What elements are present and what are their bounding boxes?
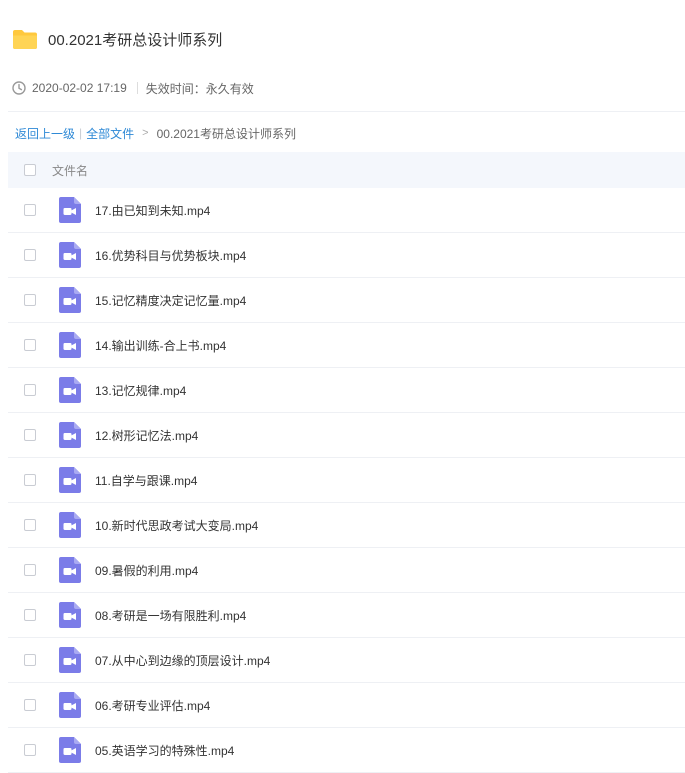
row-checkbox[interactable] xyxy=(24,204,36,216)
file-row[interactable]: 13.记忆规律.mp4 xyxy=(8,368,685,413)
breadcrumb-all-files-link[interactable]: 全部文件 xyxy=(86,125,134,142)
file-name[interactable]: 09.暑假的利用.mp4 xyxy=(95,562,198,579)
page-title: 00.2021考研总设计师系列 xyxy=(48,32,223,49)
video-file-icon xyxy=(59,737,81,763)
file-name[interactable]: 06.考研专业评估.mp4 xyxy=(95,697,210,714)
row-checkbox[interactable] xyxy=(24,609,36,621)
row-checkbox[interactable] xyxy=(24,249,36,261)
file-name[interactable]: 14.输出训练-合上书.mp4 xyxy=(95,337,226,354)
video-file-icon xyxy=(59,467,81,493)
expiry-text: 失效时间：永久有效 xyxy=(145,81,254,96)
chevron-right-icon: > xyxy=(142,127,149,139)
file-row[interactable]: 05.英语学习的特殊性.mp4 xyxy=(8,728,685,773)
row-checkbox[interactable] xyxy=(24,429,36,441)
video-file-icon xyxy=(59,692,81,718)
video-file-icon xyxy=(59,332,81,358)
video-file-icon xyxy=(59,602,81,628)
breadcrumb-separator: | xyxy=(79,126,83,140)
video-file-icon xyxy=(59,242,81,268)
video-file-icon xyxy=(59,377,81,403)
file-row[interactable]: 08.考研是一场有限胜利.mp4 xyxy=(8,593,685,638)
file-name[interactable]: 11.自学与跟课.mp4 xyxy=(95,472,197,489)
row-checkbox[interactable] xyxy=(24,519,36,531)
folder-icon xyxy=(13,30,37,49)
row-checkbox[interactable] xyxy=(24,474,36,486)
row-checkbox[interactable] xyxy=(24,384,36,396)
row-checkbox[interactable] xyxy=(24,339,36,351)
file-row[interactable]: 15.记忆精度决定记忆量.mp4 xyxy=(8,278,685,323)
meta-divider xyxy=(136,82,138,94)
row-checkbox[interactable] xyxy=(24,654,36,666)
file-name[interactable]: 10.新时代思政考试大变局.mp4 xyxy=(95,517,258,534)
file-row[interactable]: 17.由已知到未知.mp4 xyxy=(8,188,685,233)
file-row[interactable]: 10.新时代思政考试大变局.mp4 xyxy=(8,503,685,548)
share-date: 2020-02-02 17:19 xyxy=(32,81,127,95)
file-row[interactable]: 16.优势科目与优势板块.mp4 xyxy=(8,233,685,278)
share-meta: 2020-02-02 17:19 失效时间：永久有效 xyxy=(12,79,254,97)
video-file-icon xyxy=(59,647,81,673)
breadcrumb-current: 00.2021考研总设计师系列 xyxy=(156,126,296,141)
file-name[interactable]: 16.优势科目与优势板块.mp4 xyxy=(95,247,246,264)
file-name[interactable]: 05.英语学习的特殊性.mp4 xyxy=(95,742,234,759)
share-header: 00.2021考研总设计师系列 2020-02-02 17:19 失效时间：永久… xyxy=(0,0,685,112)
header-divider xyxy=(8,111,685,112)
clock-icon xyxy=(12,81,26,95)
video-file-icon xyxy=(59,422,81,448)
file-row[interactable]: 09.暑假的利用.mp4 xyxy=(8,548,685,593)
video-file-icon xyxy=(59,512,81,538)
row-checkbox[interactable] xyxy=(24,744,36,756)
breadcrumb: 返回上一级 | 全部文件 > 00.2021考研总设计师系列 xyxy=(15,124,296,142)
file-row[interactable]: 07.从中心到边缘的顶层设计.mp4 xyxy=(8,638,685,683)
row-checkbox[interactable] xyxy=(24,294,36,306)
breadcrumb-back-link[interactable]: 返回上一级 xyxy=(15,125,75,142)
file-list: 文件名 17.由已知到未知.mp4 16.优势科目与优势板块.mp4 15.记忆… xyxy=(8,152,685,773)
file-row[interactable]: 12.树形记忆法.mp4 xyxy=(8,413,685,458)
file-row[interactable]: 06.考研专业评估.mp4 xyxy=(8,683,685,728)
file-name[interactable]: 07.从中心到边缘的顶层设计.mp4 xyxy=(95,652,270,669)
video-file-icon xyxy=(59,287,81,313)
select-all-checkbox[interactable] xyxy=(24,164,36,176)
file-rows: 17.由已知到未知.mp4 16.优势科目与优势板块.mp4 15.记忆精度决定… xyxy=(8,188,685,773)
file-name[interactable]: 13.记忆规律.mp4 xyxy=(95,382,186,399)
file-row[interactable]: 14.输出训练-合上书.mp4 xyxy=(8,323,685,368)
file-name[interactable]: 15.记忆精度决定记忆量.mp4 xyxy=(95,292,246,309)
file-name[interactable]: 17.由已知到未知.mp4 xyxy=(95,202,210,219)
file-row[interactable]: 11.自学与跟课.mp4 xyxy=(8,458,685,503)
file-list-header: 文件名 xyxy=(8,152,685,188)
video-file-icon xyxy=(59,197,81,223)
file-name[interactable]: 08.考研是一场有限胜利.mp4 xyxy=(95,607,246,624)
row-checkbox[interactable] xyxy=(24,699,36,711)
file-name[interactable]: 12.树形记忆法.mp4 xyxy=(95,427,198,444)
row-checkbox[interactable] xyxy=(24,564,36,576)
video-file-icon xyxy=(59,557,81,583)
column-header-filename: 文件名 xyxy=(52,163,89,178)
